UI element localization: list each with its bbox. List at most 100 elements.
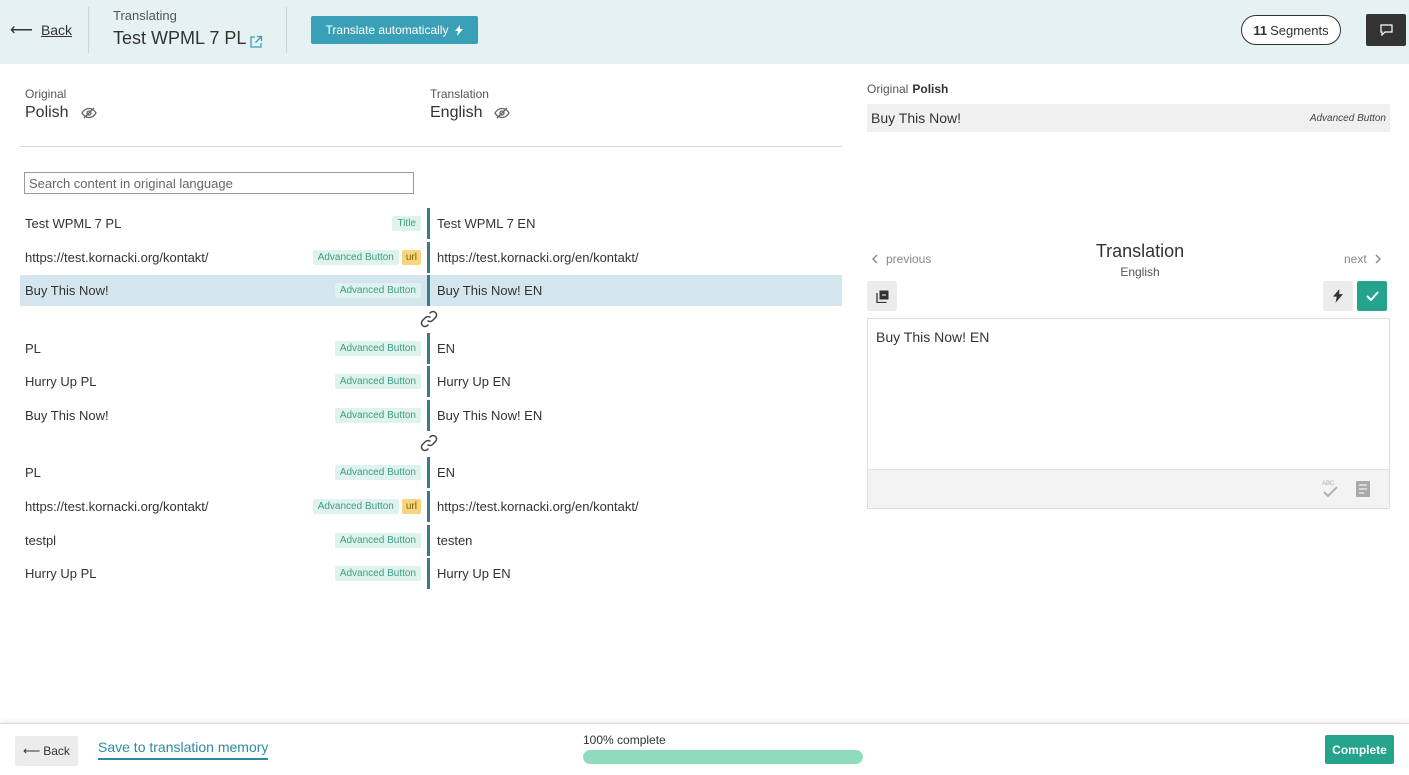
back-link[interactable]: ⟵ Back xyxy=(10,20,72,40)
segment-translation-text: https://test.kornacki.org/en/kontakt/ xyxy=(437,250,639,265)
chevron-left-icon xyxy=(872,254,878,264)
translation-editor-text[interactable]: Buy This Now! EN xyxy=(876,329,989,345)
segment-status-bar xyxy=(427,208,430,239)
translation-editor[interactable]: Buy This Now! EN ABC xyxy=(867,318,1390,509)
page-title: Test WPML 7 PL xyxy=(113,28,263,49)
segment-row[interactable]: Hurry Up PL Advanced Button Hurry Up EN xyxy=(20,366,842,397)
editor-toolbar: ABC xyxy=(868,469,1389,508)
original-text-box: Buy This Now! Advanced Button xyxy=(867,104,1390,132)
segment-type-tag: Advanced Button xyxy=(334,533,421,548)
segment-row[interactable]: https://test.kornacki.org/kontakt/Advanc… xyxy=(20,242,842,273)
save-translation-memory-link[interactable]: Save to translation memory xyxy=(98,739,269,760)
complete-button[interactable]: Complete xyxy=(1325,735,1394,764)
back-arrow-icon: ⟵ xyxy=(10,22,33,39)
segment-translation-text: https://test.kornacki.org/en/kontakt/ xyxy=(437,499,639,514)
segment-translation-text: Buy This Now! EN xyxy=(437,408,543,423)
translation-caption: Translation xyxy=(430,87,489,101)
segments-counter[interactable]: 11 Segments xyxy=(1241,15,1341,45)
next-segment-link[interactable]: next xyxy=(1344,252,1381,266)
segment-translation-text: Hurry Up EN xyxy=(437,374,511,389)
segment-original-text: Buy This Now! xyxy=(25,408,109,423)
segment-tags: Advanced Button xyxy=(334,533,421,548)
segment-status-bar xyxy=(427,275,430,306)
bolt-icon xyxy=(1333,289,1343,303)
footer-back-button[interactable]: ⟵ Back xyxy=(15,736,78,766)
eye-slash-icon[interactable] xyxy=(80,107,97,119)
segment-row[interactable]: Buy This Now! Advanced Button Buy This Now… xyxy=(20,400,842,431)
segment-type-tag: Advanced Button xyxy=(334,283,421,298)
segment-translation-text: Test WPML 7 EN xyxy=(437,216,536,231)
translation-panel-title: Translation xyxy=(1095,241,1185,261)
chevron-right-icon xyxy=(1375,254,1381,264)
check-icon xyxy=(1365,291,1379,301)
bolt-icon xyxy=(455,24,464,36)
original-language-block: Original Polish xyxy=(25,87,97,122)
segment-status-bar xyxy=(427,525,430,556)
segment-tags: Advanced Button url xyxy=(312,499,421,514)
segment-row[interactable]: testpl Advanced Button testen xyxy=(20,525,842,556)
segment-original-text: Buy This Now! xyxy=(25,283,109,298)
right-original-caption-text: Original xyxy=(867,82,909,96)
translation-language-block: Translation English xyxy=(430,87,511,122)
segment-type-tag: Advanced Button xyxy=(334,465,421,480)
segment-translation-text: Hurry Up EN xyxy=(437,566,511,581)
segment-type-tag: Advanced Button xyxy=(334,566,421,581)
segment-original-text: testpl xyxy=(25,533,57,548)
segment-translation-text: Buy This Now! EN xyxy=(437,283,543,298)
url-tag: url xyxy=(401,250,421,265)
segment-tags: Advanced Button xyxy=(334,465,421,480)
segment-row[interactable]: Test WPML 7 PL Title Test WPML 7 EN xyxy=(20,208,842,239)
segment-status-bar xyxy=(427,242,430,273)
external-link-icon[interactable] xyxy=(249,35,263,49)
original-text-badge: Advanced Button xyxy=(1309,112,1386,124)
segment-type-tag: Advanced Button xyxy=(334,408,421,423)
svg-text:ABC: ABC xyxy=(1322,481,1335,487)
segment-type-tag: Advanced Button xyxy=(334,374,421,389)
back-link-label: Back xyxy=(40,22,73,38)
translating-label: Translating xyxy=(113,8,177,23)
copy-original-button[interactable] xyxy=(867,281,897,311)
segment-tags: Advanced Button xyxy=(334,374,421,389)
spellcheck-icon[interactable]: ABC xyxy=(1321,478,1339,500)
link-icon[interactable] xyxy=(419,309,439,329)
progress-label: 100% complete xyxy=(583,733,666,747)
segment-tags: Title xyxy=(392,216,421,231)
segment-type-tag: Advanced Button xyxy=(312,499,399,514)
bottom-footer: ⟵ Back Save to translation memory 100% c… xyxy=(0,723,1409,775)
url-tag: url xyxy=(401,499,421,514)
segment-row[interactable]: PL Advanced Button EN xyxy=(20,333,842,364)
segment-row[interactable]: Hurry Up PL Advanced Button Hurry Up EN xyxy=(20,558,842,589)
segment-tags: Advanced Button xyxy=(334,408,421,423)
language-divider xyxy=(20,146,842,147)
page-title-text: Test WPML 7 PL xyxy=(113,28,247,48)
segment-translation-text: EN xyxy=(437,341,456,356)
progress-fill xyxy=(583,750,863,764)
segment-type-tag: Advanced Button xyxy=(312,250,399,265)
glossary-icon[interactable] xyxy=(1355,480,1371,498)
segment-original-text: PL xyxy=(25,341,41,356)
segments-label: Segments xyxy=(1270,22,1329,38)
segment-row[interactable]: PL Advanced Button EN xyxy=(20,457,842,488)
comment-button[interactable] xyxy=(1366,14,1406,46)
segment-row[interactable]: https://test.kornacki.org/kontakt/Advanc… xyxy=(20,491,842,522)
segment-original-text: Hurry Up PL xyxy=(25,566,97,581)
header-divider xyxy=(88,7,89,53)
next-label: next xyxy=(1344,252,1367,266)
confirm-translation-button[interactable] xyxy=(1357,281,1387,311)
segment-type-tag: Title xyxy=(392,216,421,231)
original-language: Polish xyxy=(25,104,69,121)
machine-translate-button[interactable] xyxy=(1323,281,1353,311)
translate-automatically-button[interactable]: Translate automatically xyxy=(311,16,478,44)
footer-back-label: Back xyxy=(43,744,70,758)
segment-status-bar xyxy=(427,491,430,522)
search-input[interactable] xyxy=(24,172,414,194)
segment-status-bar xyxy=(427,366,430,397)
back-arrow-icon: ⟵ xyxy=(23,744,41,758)
eye-slash-icon[interactable] xyxy=(494,107,511,119)
segment-row[interactable]: Buy This Now! Advanced Button Buy This Now… xyxy=(20,275,842,306)
link-icon[interactable] xyxy=(419,433,439,453)
segment-tags: Advanced Button url xyxy=(312,250,421,265)
previous-segment-link[interactable]: previous xyxy=(872,252,931,266)
segment-tags: Advanced Button xyxy=(334,341,421,356)
segment-status-bar xyxy=(427,558,430,589)
